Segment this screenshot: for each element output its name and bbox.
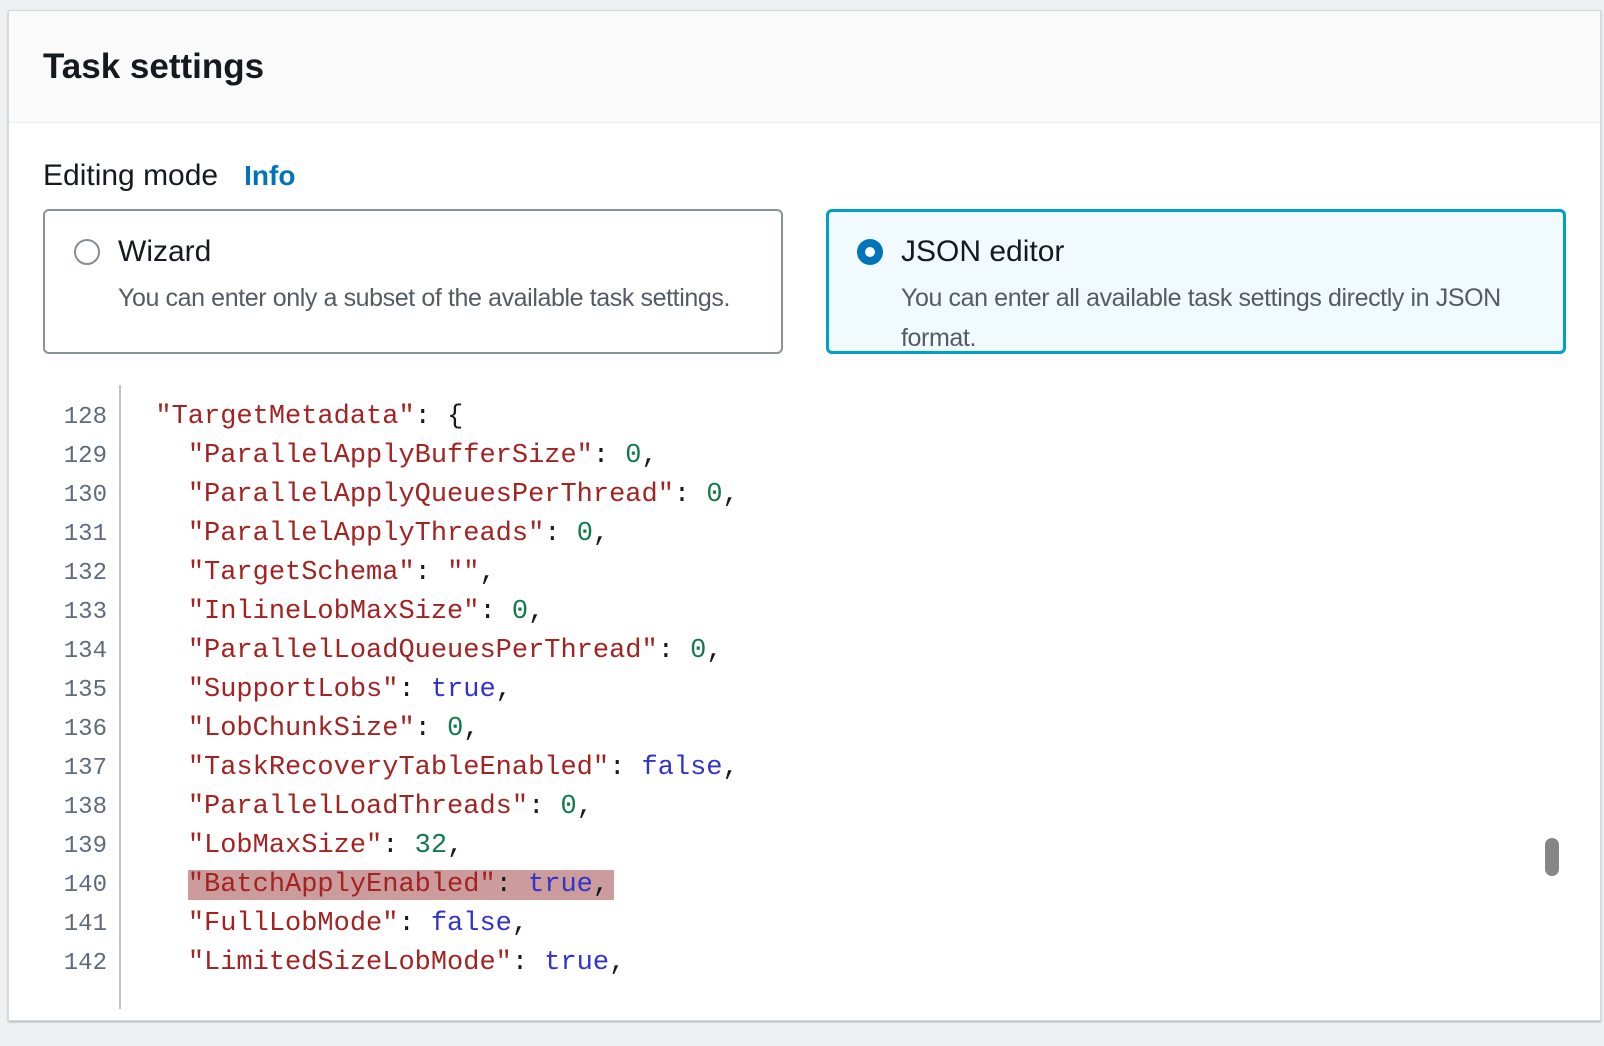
radio-selected-icon[interactable]: [857, 239, 883, 265]
json-code-editor[interactable]: 1281291301311321331341351361371381391401…: [43, 385, 1566, 1009]
code-line[interactable]: "LimitedSizeLobMode": true,: [123, 944, 1566, 983]
line-number: 141: [43, 905, 107, 944]
code-line[interactable]: "SupportLobs": true,: [123, 671, 1566, 710]
line-number: 140: [43, 866, 107, 905]
wizard-option-description: You can enter only a subset of the avail…: [118, 278, 730, 318]
line-number: 138: [43, 788, 107, 827]
line-number: 134: [43, 632, 107, 671]
line-number: 137: [43, 749, 107, 788]
line-number: 131: [43, 515, 107, 554]
code-lines: "TargetMetadata": { "ParallelApplyBuffer…: [121, 385, 1566, 1009]
line-number: 130: [43, 476, 107, 515]
code-line[interactable]: "ParallelApplyQueuesPerThread": 0,: [123, 476, 1566, 515]
code-line[interactable]: "ParallelLoadQueuesPerThread": 0,: [123, 632, 1566, 671]
json-editor-option-description: You can enter all available task setting…: [901, 278, 1544, 354]
code-line[interactable]: "TargetSchema": "",: [123, 554, 1566, 593]
json-editor-option-text: JSON editor You can enter all available …: [901, 235, 1544, 351]
code-line[interactable]: "ParallelApplyBufferSize": 0,: [123, 437, 1566, 476]
info-link[interactable]: Info: [244, 160, 295, 192]
vertical-scrollbar-thumb[interactable]: [1545, 838, 1559, 876]
line-number: 133: [43, 593, 107, 632]
editing-mode-label: Editing mode: [43, 159, 218, 193]
code-line[interactable]: "LobChunkSize": 0,: [123, 710, 1566, 749]
json-editor-option-title: JSON editor: [901, 235, 1544, 269]
line-number: 135: [43, 671, 107, 710]
line-number: 132: [43, 554, 107, 593]
editor-gutter: 1281291301311321331341351361371381391401…: [43, 385, 121, 1009]
line-number: 136: [43, 710, 107, 749]
panel-body: Editing mode Info Wizard You can enter o…: [9, 159, 1600, 1009]
code-line[interactable]: "LobMaxSize": 32,: [123, 827, 1566, 866]
code-line[interactable]: "ParallelApplyThreads": 0,: [123, 515, 1566, 554]
panel-header: Task settings: [9, 11, 1600, 123]
page-title: Task settings: [43, 47, 264, 87]
code-line[interactable]: "InlineLobMaxSize": 0,: [123, 593, 1566, 632]
line-number: 129: [43, 437, 107, 476]
wizard-option-card[interactable]: Wizard You can enter only a subset of th…: [43, 209, 783, 354]
line-number: 139: [43, 827, 107, 866]
json-editor-option-card[interactable]: JSON editor You can enter all available …: [826, 209, 1566, 354]
task-settings-panel: Task settings Editing mode Info Wizard Y…: [8, 10, 1601, 1021]
code-line[interactable]: "BatchApplyEnabled": true,: [123, 866, 1566, 905]
line-number: 142: [43, 944, 107, 983]
wizard-option-title: Wizard: [118, 235, 730, 269]
code-line[interactable]: "ParallelLoadThreads": 0,: [123, 788, 1566, 827]
code-line[interactable]: "FullLobMode": false,: [123, 905, 1566, 944]
editing-mode-options: Wizard You can enter only a subset of th…: [43, 209, 1566, 354]
radio-unselected-icon[interactable]: [74, 239, 100, 265]
wizard-option-text: Wizard You can enter only a subset of th…: [118, 235, 730, 352]
editing-mode-field-label: Editing mode Info: [43, 159, 1566, 193]
code-line[interactable]: "TargetMetadata": {: [123, 398, 1566, 437]
line-number: 128: [43, 398, 107, 437]
highlighted-token: "BatchApplyEnabled": true,: [188, 870, 614, 900]
code-line[interactable]: "TaskRecoveryTableEnabled": false,: [123, 749, 1566, 788]
